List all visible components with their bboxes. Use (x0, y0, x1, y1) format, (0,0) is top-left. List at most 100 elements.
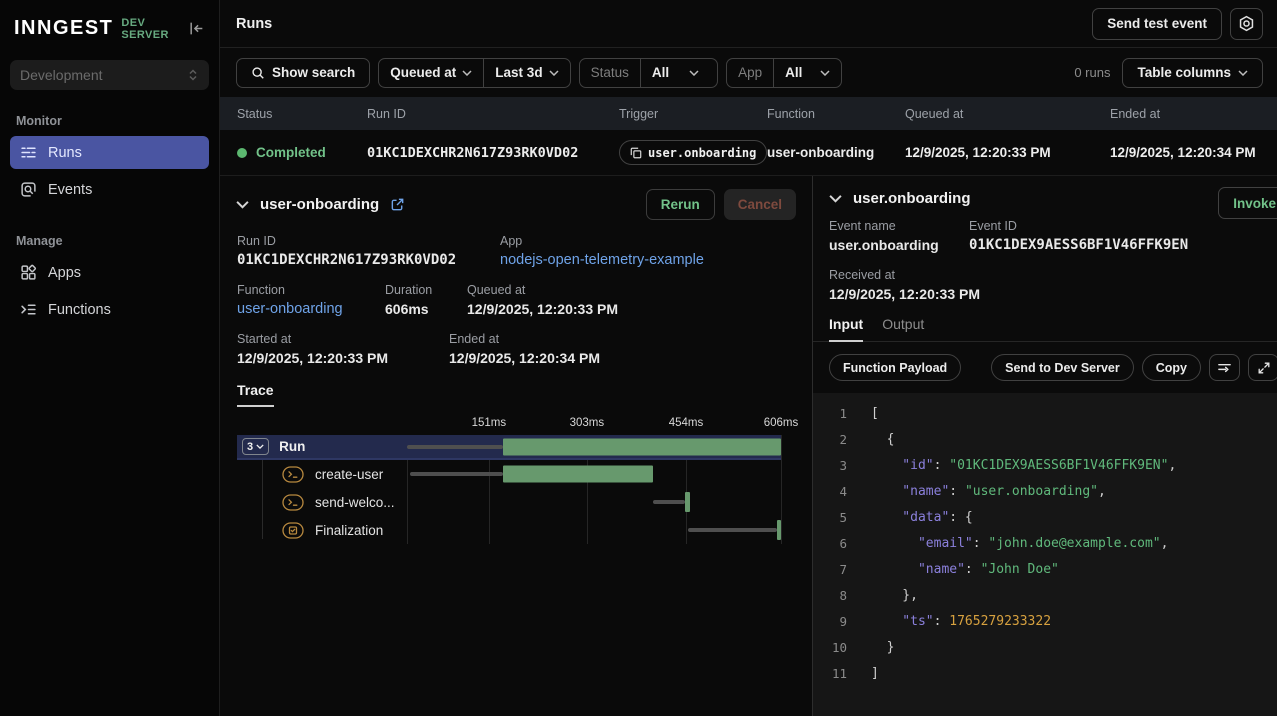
code-line: 4 "name": "user.onboarding", (813, 479, 1277, 505)
queued-at-cell: 12/9/2025, 12:20:33 PM (905, 145, 1110, 160)
line-number: 3 (813, 453, 847, 479)
event-name-label: Event name (829, 219, 969, 233)
chevron-down-icon (820, 70, 830, 76)
chevron-down-icon (462, 70, 472, 76)
functions-icon (20, 301, 37, 318)
send-to-dev-server-button[interactable]: Send to Dev Server (991, 354, 1134, 381)
rerun-button[interactable]: Rerun (646, 189, 715, 220)
environment-select[interactable]: Development (10, 60, 209, 90)
gear-icon (1238, 15, 1255, 32)
code-line: 1[ (813, 401, 1277, 427)
filter-bar: Show search Queued at Last 3d Status All (220, 48, 1277, 97)
trace-queue-bar (688, 528, 777, 532)
search-icon (251, 66, 265, 80)
trace-queue-bar (407, 445, 503, 449)
trace-tick-label: 454ms (669, 417, 704, 429)
line-number: 9 (813, 609, 847, 635)
app-link[interactable]: nodejs-open-telemetry-example (500, 252, 704, 268)
settings-button[interactable] (1230, 8, 1263, 40)
trace-gridline (781, 435, 782, 544)
line-number: 5 (813, 505, 847, 531)
external-link-icon[interactable] (390, 197, 405, 212)
sidebar-section-monitor: Monitor (16, 114, 203, 128)
copy-button[interactable]: Copy (1142, 354, 1201, 381)
trace-row-run[interactable]: 3Run (237, 435, 781, 460)
event-id-value: 01KC1DEX9AESS6BF1V46FFK9EN (969, 237, 1188, 253)
runs-table-header: Status Run ID Trigger Function Queued at… (220, 97, 1277, 130)
sidebar-item-events[interactable]: Events (10, 173, 209, 206)
time-range-dropdown[interactable]: Last 3d (483, 59, 569, 87)
trace-row-send-welco-[interactable]: send-welco... (237, 488, 781, 516)
trace-duration-bar (685, 492, 690, 512)
step-terminal-icon (282, 494, 304, 511)
received-at-value: 12/9/2025, 12:20:33 PM (829, 286, 980, 302)
run-details-panel: user-onboarding Rerun Cancel Run ID 01KC… (220, 176, 813, 716)
column-header-status: Status (237, 107, 367, 121)
table-row[interactable]: Completed 01KC1DEXCHR2N617Z93RK0VD02 use… (220, 130, 1277, 176)
line-number: 6 (813, 531, 847, 557)
trigger-pill[interactable]: user.onboarding (619, 140, 767, 165)
trace-queue-bar (653, 500, 685, 504)
trace-row-finalization[interactable]: Finalization (237, 516, 781, 544)
app-label: App (500, 234, 704, 248)
trace-row-label: create-user (315, 467, 383, 482)
code-line: 10 } (813, 635, 1277, 661)
sidebar-item-label: Events (48, 182, 92, 198)
function-link[interactable]: user-onboarding (237, 301, 385, 317)
page-title: Runs (236, 16, 272, 32)
line-number: 2 (813, 427, 847, 453)
expand-button[interactable] (1248, 354, 1277, 381)
runs-icon (20, 144, 37, 161)
logo-row: INNGEST DEV SERVER (0, 0, 219, 56)
trace-row-create-user[interactable]: create-user (237, 460, 781, 488)
word-wrap-icon (1217, 360, 1232, 375)
trace-tick-label: 303ms (570, 417, 605, 429)
status-filter-dropdown[interactable]: All (640, 59, 717, 87)
selector-icon (187, 68, 199, 82)
trace-row-label: Finalization (315, 523, 383, 538)
apps-icon (20, 264, 37, 281)
invoke-button[interactable]: Invoke (1218, 187, 1277, 219)
sidebar-item-functions[interactable]: Functions (10, 293, 209, 326)
payload-toolbar: Function Payload Send to Dev Server Copy (813, 342, 1277, 393)
collapse-event-details-icon[interactable] (829, 194, 842, 203)
code-line: 9 "ts": 1765279233322 (813, 609, 1277, 635)
trace-row-label: send-welco... (315, 495, 395, 510)
sidebar-item-runs[interactable]: Runs (10, 136, 209, 169)
function-label: Function (237, 283, 385, 297)
function-payload-button[interactable]: Function Payload (829, 354, 961, 381)
status-filter-label: Status (580, 59, 640, 87)
code-line: 7 "name": "John Doe" (813, 557, 1277, 583)
line-number: 7 (813, 557, 847, 583)
run-id-label: Run ID (237, 234, 500, 248)
line-number: 1 (813, 401, 847, 427)
top-header: Runs Send test event (220, 0, 1277, 48)
table-columns-button[interactable]: Table columns (1122, 58, 1263, 88)
cancel-button[interactable]: Cancel (724, 189, 796, 220)
show-search-button[interactable]: Show search (236, 58, 370, 88)
inngest-logo: INNGEST (14, 17, 113, 40)
tab-input[interactable]: Input (829, 316, 863, 342)
tab-trace[interactable]: Trace (237, 382, 274, 407)
payload-code-editor[interactable]: 1[2 {3 "id": "01KC1DEX9AESS6BF1V46FFK9EN… (813, 393, 1277, 716)
chevron-down-icon (549, 70, 559, 76)
sidebar-item-label: Apps (48, 265, 81, 281)
collapse-run-details-icon[interactable] (236, 200, 249, 209)
event-name-value: user.onboarding (829, 237, 969, 253)
time-field-dropdown[interactable]: Queued at (379, 59, 483, 87)
duration-value: 606ms (385, 301, 467, 317)
column-header-trigger: Trigger (619, 107, 767, 121)
tab-output[interactable]: Output (882, 316, 924, 341)
word-wrap-button[interactable] (1209, 354, 1240, 381)
sidebar-item-apps[interactable]: Apps (10, 256, 209, 289)
trace-expand-badge[interactable]: 3 (242, 438, 269, 455)
status-completed-dot (237, 148, 247, 158)
send-test-event-button[interactable]: Send test event (1092, 8, 1222, 40)
line-number: 8 (813, 583, 847, 609)
collapse-sidebar-icon[interactable] (188, 20, 205, 37)
code-line: 5 "data": { (813, 505, 1277, 531)
status-filter: Status All (579, 58, 719, 88)
app-filter-dropdown[interactable]: All (773, 59, 841, 87)
run-id-cell: 01KC1DEXCHR2N617Z93RK0VD02 (367, 145, 578, 161)
sidebar-section-manage: Manage (16, 234, 203, 248)
